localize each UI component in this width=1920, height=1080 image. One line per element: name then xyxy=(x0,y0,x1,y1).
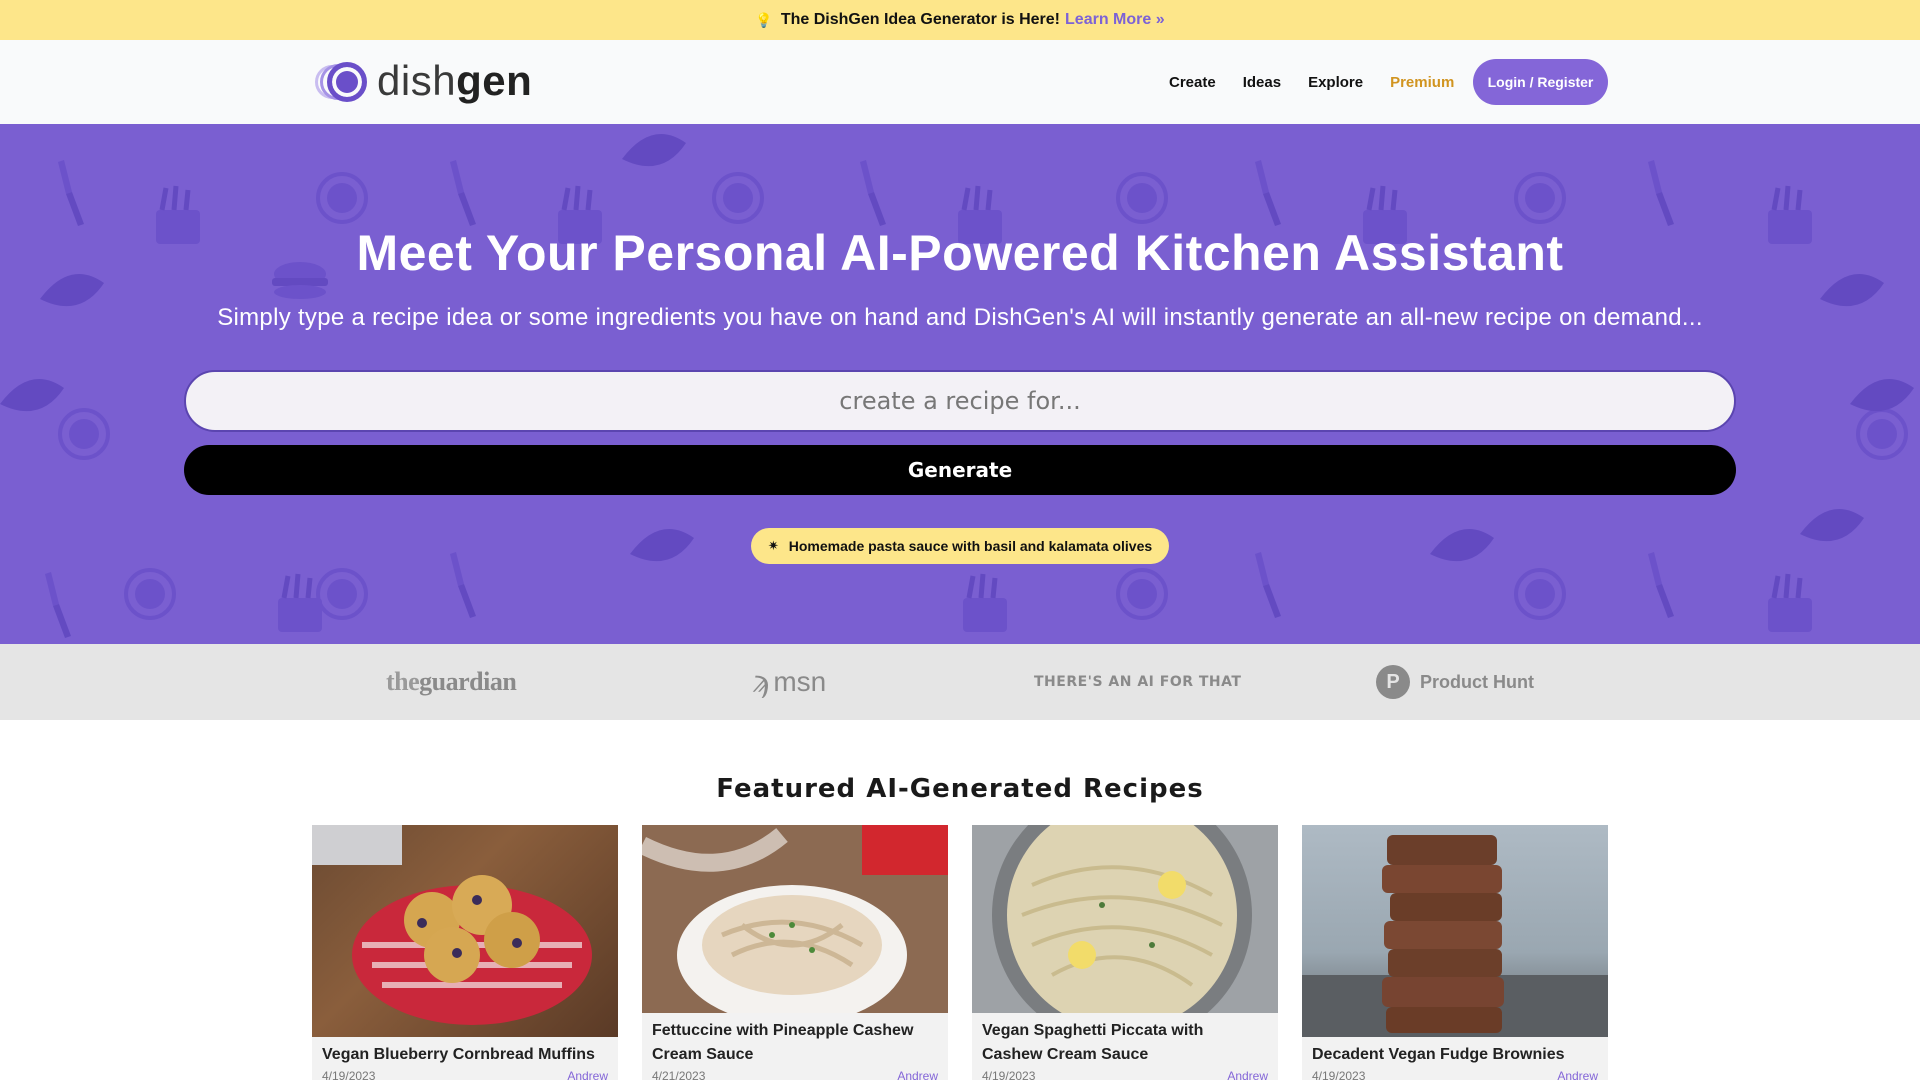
nav-create[interactable]: Create xyxy=(1169,74,1216,91)
recipe-card-author[interactable]: Andrew xyxy=(1557,1069,1598,1080)
announcement-bar: 💡 The DishGen Idea Generator is Here! Le… xyxy=(0,0,1920,40)
recipe-card-title[interactable]: Vegan Blueberry Cornbread Muffins xyxy=(312,1037,618,1067)
nav-premium[interactable]: Premium xyxy=(1390,74,1454,91)
recipe-card[interactable]: Decadent Vegan Fudge Brownies 4/19/2023 A… xyxy=(1302,825,1608,1080)
recipe-image xyxy=(642,825,948,1013)
logo-wordmark: dishgen xyxy=(377,57,533,104)
idea-suggestion-pill[interactable]: ✷ Homemade pasta sauce with basil and ka… xyxy=(751,528,1169,564)
featured-recipes-heading: Featured AI-Generated Recipes xyxy=(716,774,1204,804)
recipe-card-author[interactable]: Andrew xyxy=(897,1069,938,1080)
recipe-card-date: 4/19/2023 xyxy=(982,1069,1036,1080)
recipe-card[interactable]: Vegan Blueberry Cornbread Muffins 4/19/2… xyxy=(312,825,618,1080)
guardian-logo[interactable]: the guardian xyxy=(386,644,517,720)
recipe-card-date: 4/19/2023 xyxy=(1312,1069,1366,1080)
msn-logo[interactable]: ϡ msn xyxy=(752,644,826,720)
recipe-card-title[interactable]: Decadent Vegan Fudge Brownies xyxy=(1302,1037,1608,1067)
hero-title: Meet Your Personal AI-Powered Kitchen As… xyxy=(356,225,1564,281)
sparkle-icon: ✷ xyxy=(767,538,779,553)
press-logos-bar: the guardian ϡ msn THERE'S AN AI FOR THAT … xyxy=(0,644,1920,720)
announcement-text: The DishGen Idea Generator is Here! xyxy=(780,11,1061,28)
msn-butterfly-icon: ϡ xyxy=(752,664,770,700)
generate-button[interactable]: Generate xyxy=(184,445,1736,495)
lightbulb-icon: 💡 xyxy=(755,11,773,28)
recipe-card[interactable]: Vegan Spaghetti Piccata with Cashew Crea… xyxy=(972,825,1278,1080)
recipe-prompt-input[interactable] xyxy=(184,370,1736,432)
hero-section: Meet Your Personal AI-Powered Kitchen As… xyxy=(0,124,1920,644)
hero-subtitle: Simply type a recipe idea or some ingred… xyxy=(217,304,1703,331)
idea-suggestion-text: Homemade pasta sauce with basil and kala… xyxy=(788,538,1153,554)
recipe-image xyxy=(312,825,618,1037)
product-hunt-logo[interactable]: P Product Hunt xyxy=(1376,644,1534,720)
recipe-card-author[interactable]: Andrew xyxy=(567,1069,608,1080)
product-hunt-icon: P xyxy=(1376,665,1410,699)
main-nav: Create Ideas Explore Premium xyxy=(1142,40,1454,124)
recipe-image xyxy=(972,825,1278,1013)
recipe-card-date: 4/19/2023 xyxy=(322,1069,376,1080)
login-register-button[interactable]: Login / Register xyxy=(1473,59,1608,105)
dishgen-logo[interactable]: dishgen xyxy=(315,58,532,104)
learn-more-link[interactable]: Learn More » xyxy=(1065,11,1165,29)
recipe-card[interactable]: Fettuccine with Pineapple Cashew Cream S… xyxy=(642,825,948,1080)
theres-an-ai-for-that-logo[interactable]: THERE'S AN AI FOR THAT xyxy=(1034,644,1241,720)
site-header: dishgen Create Ideas Explore Premium Log… xyxy=(0,40,1920,124)
recipe-image xyxy=(1302,825,1608,1037)
nav-ideas[interactable]: Ideas xyxy=(1243,74,1281,91)
recipe-card-title[interactable]: Vegan Spaghetti Piccata with Cashew Crea… xyxy=(972,1013,1278,1067)
recipe-card-date: 4/21/2023 xyxy=(652,1069,706,1080)
logo-rings-icon xyxy=(315,61,371,102)
recipe-card-title[interactable]: Fettuccine with Pineapple Cashew Cream S… xyxy=(642,1013,948,1067)
nav-explore[interactable]: Explore xyxy=(1308,74,1363,91)
recipe-card-author[interactable]: Andrew xyxy=(1227,1069,1268,1080)
